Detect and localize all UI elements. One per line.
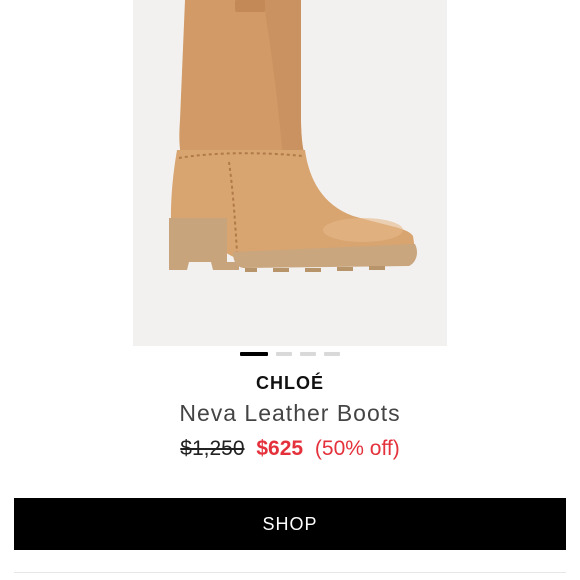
divider bbox=[14, 572, 566, 573]
original-price: $1,250 bbox=[180, 437, 245, 460]
boot-strap-tab bbox=[235, 0, 265, 12]
carousel-dot-2[interactable] bbox=[276, 352, 292, 356]
discount-label: (50% off) bbox=[314, 437, 400, 460]
carousel-dot-4[interactable] bbox=[324, 352, 340, 356]
product-name: Neva Leather Boots bbox=[179, 400, 401, 426]
product-image[interactable] bbox=[133, 0, 447, 346]
carousel-dot-1[interactable] bbox=[240, 352, 268, 356]
sale-price: $625 bbox=[256, 437, 304, 460]
carousel-dot-3[interactable] bbox=[300, 352, 316, 356]
boot-illustration bbox=[169, 0, 417, 272]
brand-name: CHLOÉ bbox=[256, 373, 324, 393]
shop-button[interactable]: SHOP bbox=[14, 498, 566, 550]
product-card: CHLOÉ Neva Leather Boots $1,250 $625 (50… bbox=[0, 0, 580, 580]
price-row: $1,250 $625 (50% off) bbox=[0, 437, 580, 461]
toe-highlight bbox=[323, 218, 403, 242]
image-carousel-dots bbox=[0, 352, 580, 358]
